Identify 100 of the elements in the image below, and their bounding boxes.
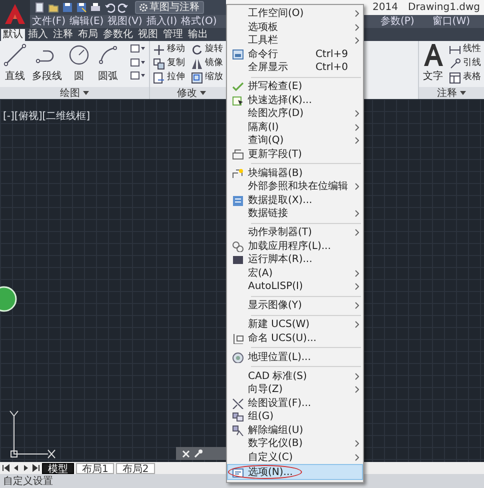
viewport-controls[interactable]: [-][俯视][二维线框]	[3, 111, 90, 122]
caret-icon[interactable]	[83, 91, 89, 95]
menu-bar-item[interactable]: 窗口(W)	[432, 16, 470, 27]
undo-icon[interactable]	[104, 2, 115, 13]
chevron-right-icon	[355, 302, 359, 310]
ribbon-tool-button[interactable]: 旋转	[191, 43, 223, 57]
previous-icon[interactable]	[12, 464, 20, 472]
next-icon[interactable]	[22, 464, 30, 472]
panel-title[interactable]: 绘图	[60, 88, 80, 98]
ribbon-tool-button[interactable]: 拉伸	[153, 71, 185, 85]
ribbon-tool-button[interactable]: 文字	[422, 43, 444, 85]
chevron-right-icon	[355, 183, 359, 190]
ribbon-tab[interactable]: 视图	[136, 29, 160, 41]
menu-item[interactable]: 宏(A)	[227, 266, 363, 280]
workspace-dropdown[interactable]: 草图与注释	[134, 1, 204, 14]
chevron-right-icon	[355, 210, 359, 218]
menu-bar-item[interactable]: 视图(V)	[108, 16, 142, 27]
line-icon	[3, 43, 27, 67]
menu-item[interactable]: CAD 标准(S)	[227, 370, 363, 383]
menu-item[interactable]: 加载应用程序(L)...	[227, 240, 363, 253]
menu-item[interactable]: 快速选择(K)...	[227, 94, 363, 107]
ribbon-tool-button[interactable]: 表格	[449, 71, 481, 85]
menu-item[interactable]: 查询(Q)	[227, 134, 363, 148]
rotate-icon	[191, 44, 203, 56]
last-icon[interactable]	[32, 464, 40, 472]
ribbon-tool-button[interactable]: 镜像	[191, 57, 223, 71]
printer-icon[interactable]	[90, 2, 101, 13]
shape-dropdown-icon[interactable]	[130, 70, 146, 81]
menu-item[interactable]: 更新字段(T)	[227, 148, 363, 161]
mirror-icon	[191, 58, 203, 70]
layout-tab[interactable]: 布局1	[76, 462, 114, 474]
menu-item[interactable]: 运行脚本(R)...	[227, 253, 363, 266]
menu-item[interactable]: 命令行 Ctrl+9	[227, 48, 363, 61]
menu-bar-item[interactable]: 插入(I)	[146, 16, 178, 27]
caret-icon[interactable]	[200, 91, 206, 95]
menu-bar-item[interactable]: 参数(P)	[380, 16, 414, 27]
menu-item[interactable]: 自定义(C)	[227, 450, 363, 464]
menu-item[interactable]: 新建 UCS(W)	[227, 318, 363, 332]
menu-item[interactable]: 命名 UCS(U)...	[227, 332, 363, 345]
ribbon-tab[interactable]: 插入	[26, 29, 50, 41]
menu-item[interactable]: 数据提取(X)...	[227, 194, 363, 207]
close-icon[interactable]	[182, 450, 190, 458]
ribbon-tool-button[interactable]: 线性	[449, 43, 481, 57]
menu-item[interactable]: 选项板	[227, 20, 363, 34]
ribbon-tool-button[interactable]: 复制	[153, 57, 185, 71]
menu-item[interactable]: 数字化仪(B)	[227, 437, 363, 450]
menu-item[interactable]: 解除编组(U)	[227, 424, 363, 437]
menu-item[interactable]: 绘图设置(F)...	[227, 396, 363, 410]
menu-item[interactable]: 工具栏	[227, 34, 363, 48]
layout-tab[interactable]: 布局2	[116, 462, 155, 474]
folder-icon[interactable]	[48, 2, 59, 13]
menu-item[interactable]: 数据链接	[227, 207, 363, 220]
arc-icon	[96, 43, 120, 67]
circle-icon	[67, 43, 91, 67]
ribbon-tool-button[interactable]: 引线	[449, 57, 481, 71]
ribbon-tab[interactable]: 管理	[161, 29, 185, 41]
ribbon-tab[interactable]: 注释	[51, 29, 75, 41]
menu-item[interactable]: 选项(N)...	[227, 464, 363, 480]
file-icon[interactable]	[34, 2, 45, 13]
menu-item[interactable]: 向导(Z)	[227, 383, 363, 396]
menu-item[interactable]: AutoLISP(I)	[227, 280, 363, 294]
stretch-icon	[153, 72, 165, 84]
dimension-icon	[449, 44, 461, 56]
ribbon-tab[interactable]: 参数化	[101, 29, 135, 41]
globe-icon	[232, 352, 244, 363]
window-icon	[232, 48, 244, 60]
shape-dropdown-icon[interactable]	[130, 56, 146, 68]
menu-bar-item[interactable]: 编辑(E)	[70, 16, 104, 27]
shape-dropdown-icon[interactable]	[130, 43, 146, 54]
ribbon-tool-button[interactable]: 多段线	[32, 43, 62, 85]
move-icon	[153, 44, 165, 56]
group-icon	[232, 411, 244, 422]
menu-item[interactable]: 绘图次序(D)	[227, 107, 363, 120]
ribbon-tab[interactable]: 输出	[186, 29, 210, 41]
menu-item[interactable]: 隔离(I)	[227, 120, 363, 134]
menu-item[interactable]: 组(G)	[227, 410, 363, 424]
caret-icon[interactable]	[460, 91, 466, 95]
menu-item[interactable]: 地理位置(L)...	[227, 350, 363, 364]
menu-bar-item[interactable]: 文件(F)	[32, 16, 66, 27]
layout-tab[interactable]: 模型	[42, 462, 74, 474]
ribbon-tool-button[interactable]: 直线	[3, 43, 27, 85]
first-icon[interactable]	[2, 464, 10, 472]
menu-item[interactable]: 外部参照和块在位编辑	[227, 180, 363, 194]
ribbon-tab[interactable]: 布局	[76, 29, 100, 41]
ribbon-tool-button[interactable]: 圆弧	[96, 43, 120, 85]
menu-item[interactable]: 显示图像(Y)	[227, 299, 363, 312]
menu-item[interactable]: 拼写检查(E)	[227, 80, 363, 94]
menu-item[interactable]: 块编辑器(B)	[227, 166, 363, 180]
ribbon-tab[interactable]: 默认	[1, 29, 25, 41]
menu-item[interactable]: 动作录制器(T)	[227, 226, 363, 240]
redo-icon[interactable]	[118, 2, 129, 13]
ribbon-tool-button[interactable]: 缩放	[191, 71, 223, 85]
menu-bar-item[interactable]: 格式(O)	[181, 16, 217, 27]
menu-item[interactable]: 全屏显示 Ctrl+0	[227, 61, 363, 74]
ungroup-icon	[232, 424, 244, 436]
menu-item[interactable]: 工作空间(O)	[227, 7, 363, 20]
wrench-icon[interactable]	[194, 449, 203, 458]
options-icon	[232, 466, 244, 478]
ribbon-tool-button[interactable]: 移动	[153, 43, 185, 57]
ribbon-tool-button[interactable]: 圆	[67, 43, 91, 85]
